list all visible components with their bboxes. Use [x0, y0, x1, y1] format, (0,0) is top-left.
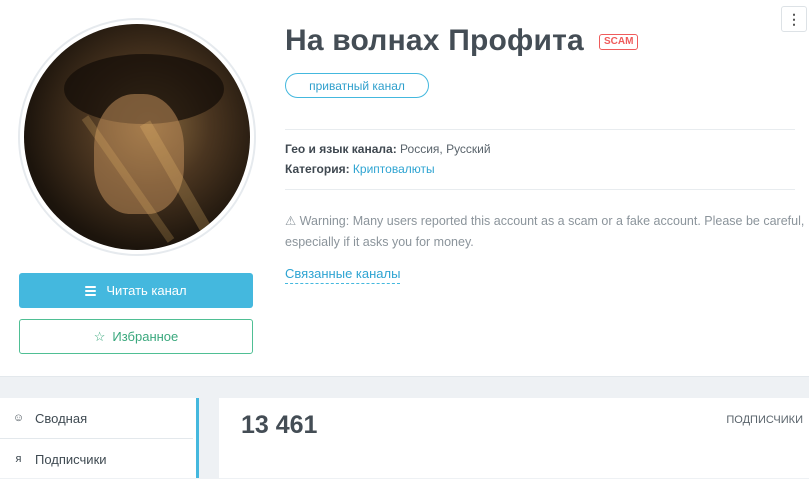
- scam-warning-text: ⚠ Warning: Many users reported this acco…: [285, 214, 805, 249]
- subscribers-label: ПОДПИСЧИКИ: [726, 414, 803, 426]
- channel-avatar: [24, 24, 250, 250]
- more-options-button[interactable]: ⋮: [781, 6, 807, 32]
- category-link[interactable]: Криптовалюты: [353, 162, 435, 176]
- users-icon: ᴙ: [15, 453, 22, 465]
- sidebar-item-label: Сводная: [35, 410, 88, 426]
- divider: [285, 189, 795, 190]
- sidebar-item-summary[interactable]: ☺ Сводная: [0, 398, 193, 438]
- sidebar-item-label: Подписчики: [35, 451, 107, 467]
- subscribers-count: 13 461: [241, 411, 318, 439]
- favorite-button[interactable]: ☆ Избранное: [19, 319, 253, 354]
- category-label: Категория:: [285, 162, 350, 176]
- subscribers-stat-card: 13 461 ПОДПИСЧИКИ: [219, 398, 809, 478]
- private-channel-badge: приватный канал: [285, 73, 429, 98]
- kebab-menu-icon: ⋮: [787, 11, 801, 27]
- list-icon: [85, 284, 97, 298]
- star-icon: ☆: [93, 328, 106, 344]
- dashboard-icon: ☺: [12, 412, 25, 424]
- geo-language-line: Гео и язык канала: Россия, Русский: [285, 142, 491, 156]
- sidebar-item-subscribers[interactable]: ᴙ Подписчики: [0, 439, 193, 479]
- category-line: Категория: Криптовалюты: [285, 162, 435, 176]
- read-channel-button[interactable]: Читать канал: [19, 273, 253, 308]
- scam-badge: SCAM: [599, 34, 639, 50]
- sidebar-nav: ☺ Сводная ᴙ Подписчики: [0, 398, 199, 478]
- divider: [285, 129, 795, 130]
- geo-value: Россия, Русский: [400, 142, 491, 156]
- channel-header-card: Читать канал ☆ Избранное На волнах Профи…: [0, 0, 809, 377]
- geo-label: Гео и язык канала:: [285, 142, 397, 156]
- read-channel-label: Читать канал: [106, 283, 187, 298]
- favorite-label: Избранное: [112, 329, 179, 344]
- channel-title: На волнах Профита: [285, 24, 584, 57]
- related-channels-link[interactable]: Связанные каналы: [285, 266, 401, 284]
